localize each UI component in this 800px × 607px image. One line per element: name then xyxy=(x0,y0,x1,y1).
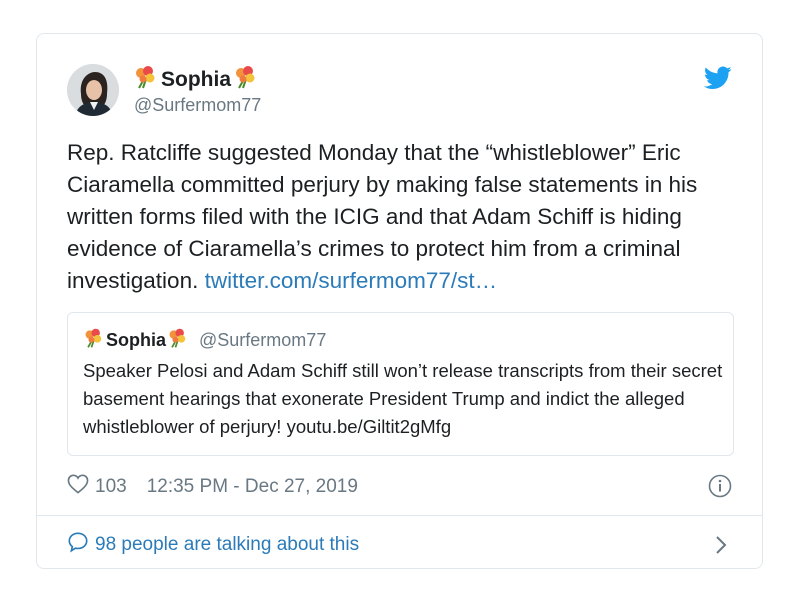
tweet-link[interactable]: twitter.com/surfermom77/st… xyxy=(205,268,498,293)
quoted-author-name: Sophia xyxy=(106,330,167,350)
author-name-row[interactable]: Sophia xyxy=(133,64,259,95)
heart-icon[interactable] xyxy=(67,474,89,500)
tweet-card: Sophia @Surfermom77 Rep. Ratcliffe sugge… xyxy=(36,33,763,569)
avatar-image xyxy=(67,64,119,116)
bouquet-icon xyxy=(233,64,259,95)
avatar[interactable] xyxy=(67,64,119,116)
bouquet-icon xyxy=(83,327,105,354)
quoted-text: Speaker Pelosi and Adam Schiff still won… xyxy=(83,360,723,437)
bouquet-icon xyxy=(167,327,189,354)
divider xyxy=(37,515,762,516)
author-handle[interactable]: @Surfermom77 xyxy=(134,95,261,116)
conversation-text[interactable]: 98 people are talking about this xyxy=(95,534,359,556)
timestamp[interactable]: 12:35 PM - Dec 27, 2019 xyxy=(147,476,358,498)
like-count[interactable]: 103 xyxy=(95,476,127,498)
bouquet-icon xyxy=(133,64,159,95)
quoted-author-handle: @Surfermom77 xyxy=(199,330,327,350)
tweet-text: Rep. Ratcliffe suggested Monday that the… xyxy=(67,137,737,297)
quoted-header: Sophia @Surfermom77 xyxy=(83,327,326,354)
conversation-link[interactable]: 98 people are talking about this xyxy=(67,531,359,559)
speech-bubble-icon xyxy=(67,531,89,559)
chevron-right-icon[interactable] xyxy=(714,534,728,556)
twitter-bird-icon[interactable] xyxy=(704,66,732,90)
author-name[interactable]: Sophia xyxy=(161,68,231,92)
info-icon[interactable] xyxy=(708,474,732,498)
tweet-meta: 103 12:35 PM - Dec 27, 2019 xyxy=(67,474,358,500)
quoted-tweet[interactable]: Sophia @Surfermom77 Speaker Pelosi and A… xyxy=(67,312,734,456)
